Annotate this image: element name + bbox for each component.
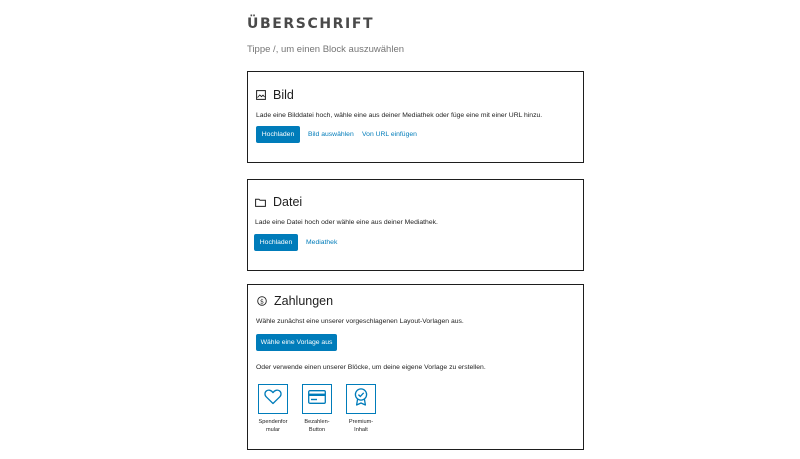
block-placeholder-hint[interactable]: Tippe /, um einen Block auszuwählen xyxy=(247,44,404,55)
svg-text:$: $ xyxy=(260,298,264,305)
file-block-title-row: Datei xyxy=(255,195,302,209)
file-library-link[interactable]: Mediathek xyxy=(306,234,337,251)
award-badge-icon xyxy=(353,387,369,411)
payment-button-tile-label: Bezahlen- Button xyxy=(304,419,330,433)
file-block-title: Datei xyxy=(273,195,303,209)
image-upload-button[interactable]: Hochladen xyxy=(256,126,300,143)
image-insert-url-link[interactable]: Von URL einfügen xyxy=(362,126,417,143)
image-block: Bild Lade eine Bilddatei hoch, wähle ein… xyxy=(247,71,584,163)
payments-or-text: Oder verwende einen unserer Blöcke, um d… xyxy=(256,364,486,371)
file-block-description: Lade eine Datei hoch oder wähle eine aus… xyxy=(255,219,438,226)
page-heading[interactable]: ÜBERSCHRIFT xyxy=(247,16,374,32)
heart-icon xyxy=(264,389,282,410)
choose-template-button[interactable]: Wähle eine Vorlage aus xyxy=(256,334,337,351)
premium-content-tile[interactable] xyxy=(346,384,376,414)
file-block: Datei Lade eine Datei hoch oder wähle ei… xyxy=(247,179,584,271)
premium-content-tile-label: Premium- Inhalt xyxy=(348,419,374,433)
payments-block-title-row: $ Zahlungen xyxy=(257,294,333,308)
donation-form-tile[interactable] xyxy=(258,384,288,414)
image-icon xyxy=(256,90,266,100)
image-block-title-row: Bild xyxy=(256,88,294,102)
payments-block-description: Wähle zunächst eine unserer vorgeschlage… xyxy=(256,318,464,325)
dollar-circle-icon: $ xyxy=(257,296,267,306)
image-block-title: Bild xyxy=(273,88,294,102)
donation-form-tile-label: Spendenfor mular xyxy=(258,419,288,433)
image-select-link[interactable]: Bild auswählen xyxy=(308,126,354,143)
file-upload-button[interactable]: Hochladen xyxy=(254,234,298,251)
image-block-description: Lade eine Bilddatei hoch, wähle eine aus… xyxy=(256,112,543,119)
folder-icon xyxy=(255,198,266,207)
payments-block: $ Zahlungen Wähle zunächst eine unserer … xyxy=(247,284,584,450)
credit-card-icon xyxy=(308,389,326,409)
payments-block-title: Zahlungen xyxy=(274,294,334,308)
payment-button-tile[interactable] xyxy=(302,384,332,414)
